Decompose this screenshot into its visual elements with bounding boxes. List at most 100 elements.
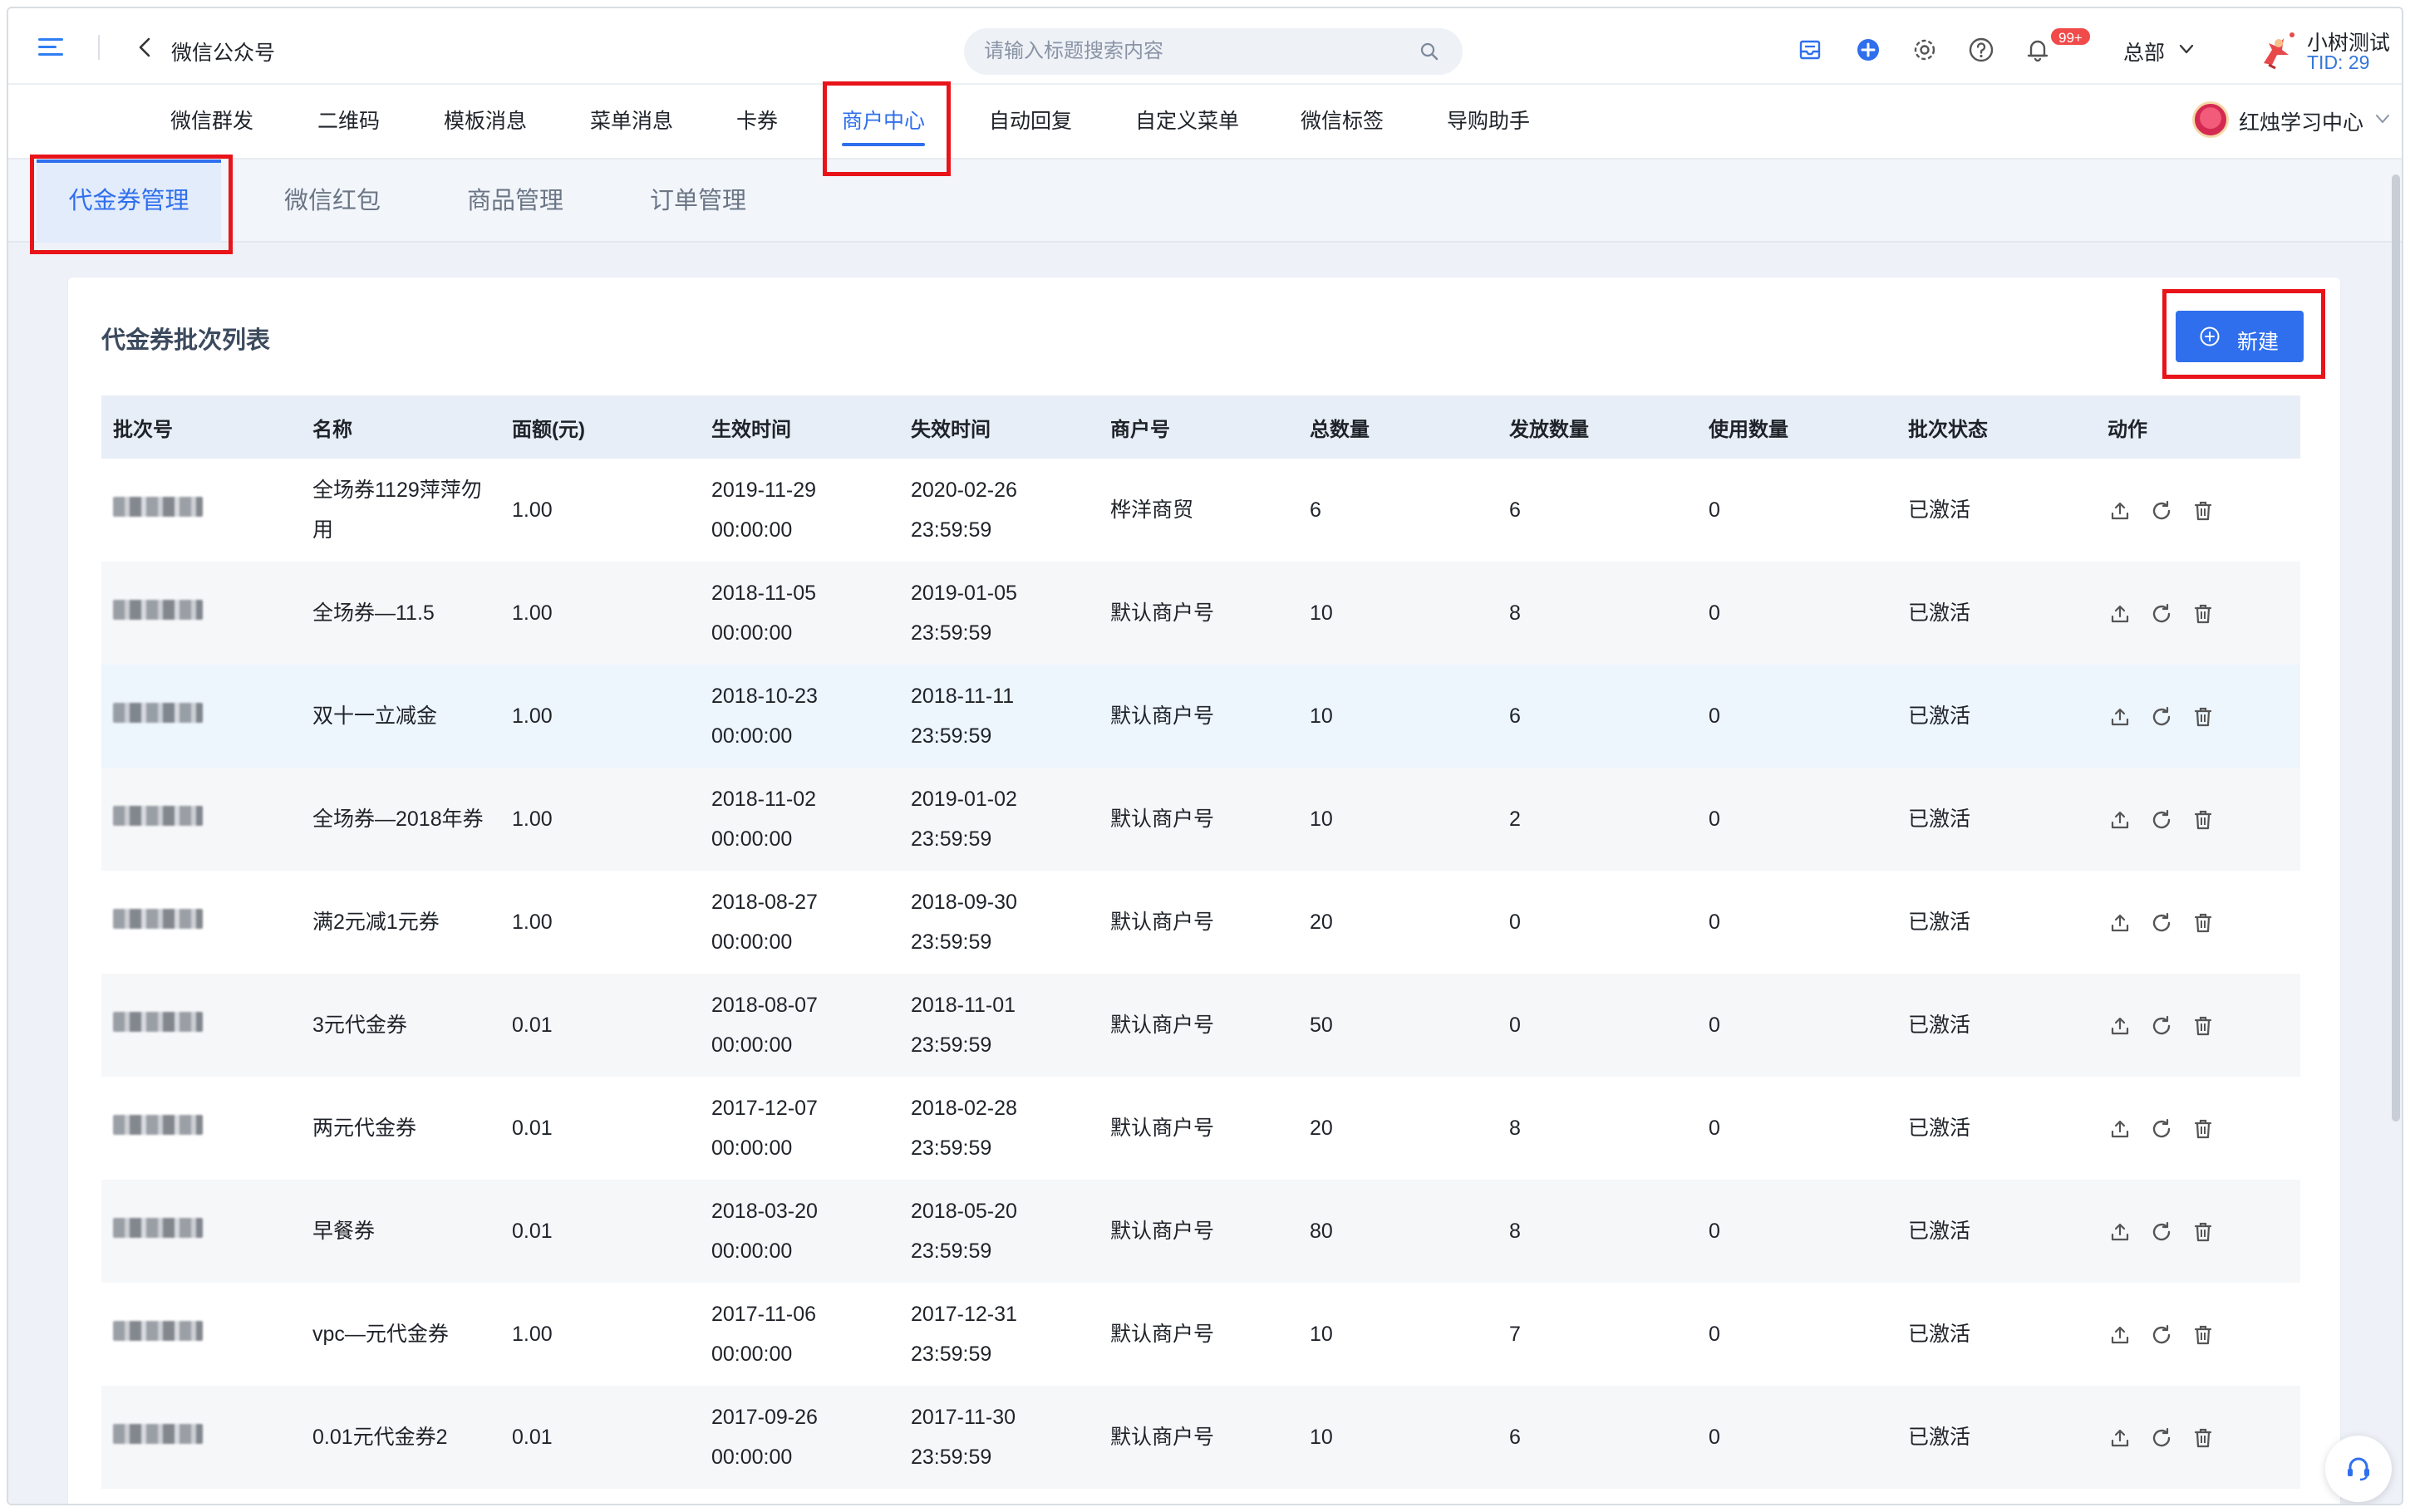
customer-service-button[interactable] [2325, 1436, 2392, 1502]
back-arrow-icon[interactable] [133, 35, 158, 60]
nav-item-shopping-guide[interactable]: 导购助手 [1447, 85, 1530, 158]
trash-icon[interactable] [2191, 1117, 2216, 1141]
table-row[interactable]: 双十一立减金 1.00 2018-10-23 00:00:00 2018-11-11 23… [101, 665, 2300, 768]
upload-icon[interactable] [2108, 601, 2132, 626]
tab-coupon-management[interactable]: 代金券管理 [37, 160, 221, 243]
tab-product-management[interactable]: 商品管理 [440, 160, 590, 243]
table-row[interactable]: 0.01元代金券2 0.01 2017-09-26 00:00:00 2017-11-3… [101, 1386, 2300, 1489]
org-selector[interactable]: 总部 [2123, 37, 2165, 66]
tab-wechat-red-packet[interactable]: 微信红包 [258, 160, 407, 243]
status-cell: 已激活 [1896, 459, 2096, 562]
nav-item-merchant-center[interactable]: 商户中心 [842, 85, 926, 158]
trash-icon[interactable] [2191, 704, 2216, 729]
upload-icon[interactable] [2108, 808, 2132, 832]
table-row[interactable]: vpc—元代金券 1.00 2017-11-06 00:00:00 2017-12-31… [101, 1283, 2300, 1386]
app-title: 微信公众号 [171, 42, 276, 65]
refresh-icon[interactable] [2149, 1323, 2174, 1348]
upload-icon[interactable] [2108, 1323, 2132, 1348]
trash-icon[interactable] [2191, 1220, 2216, 1244]
chevron-down-icon[interactable] [2177, 40, 2196, 58]
issued-cell-text: 6 [1509, 1426, 1521, 1449]
table-row[interactable]: 全场券—11.5 1.00 2018-11-05 00:00:00 2019-01-05… [101, 562, 2300, 665]
start-clock: 00:00:00 [711, 930, 793, 954]
upload-icon[interactable] [2108, 1014, 2132, 1038]
hamburger-menu-icon[interactable] [38, 38, 63, 56]
upload-icon[interactable] [2108, 704, 2132, 729]
table-row[interactable]: 全场券1129萍萍勿用 1.00 2019-11-29 00:00:00 2020-02… [101, 459, 2300, 562]
new-button[interactable]: 新建 [2176, 311, 2304, 362]
nav-item-template-message[interactable]: 模板消息 [444, 85, 527, 158]
used-cell: 0 [1697, 665, 1896, 768]
col-name: 名称 [301, 395, 500, 459]
search-input[interactable] [984, 28, 1399, 75]
col-total: 总数量 [1298, 395, 1498, 459]
issued-cell: 8 [1498, 562, 1697, 665]
issued-cell-text: 6 [1509, 704, 1521, 728]
bell-icon[interactable] [2024, 37, 2051, 63]
gear-icon[interactable] [1911, 37, 1938, 63]
trash-icon[interactable] [2191, 911, 2216, 935]
end-clock: 23:59:59 [911, 724, 992, 748]
total-cell: 80 [1298, 1180, 1498, 1283]
refresh-icon[interactable] [2149, 1220, 2174, 1244]
merchant-cell-text: 默认商户号 [1110, 1426, 1215, 1449]
issued-cell: 0 [1498, 871, 1697, 974]
upload-icon[interactable] [2108, 1117, 2132, 1141]
nav-item-card-coupon[interactable]: 卡券 [736, 85, 778, 158]
amount-cell-text: 0.01 [512, 1426, 553, 1449]
coupon-batch-table: 批次号 名称 面额(元) 生效时间 失效时间 商户号 总数量 发放数量 使用数量… [101, 395, 2300, 1489]
table-row[interactable]: 两元代金券 0.01 2017-12-07 00:00:00 2018-02-28 23:… [101, 1077, 2300, 1180]
redacted-batch-no [113, 806, 203, 826]
refresh-icon[interactable] [2149, 498, 2174, 523]
table-row[interactable]: 满2元减1元券 1.00 2018-08-27 00:00:00 2018-09-30 2… [101, 871, 2300, 974]
trash-icon[interactable] [2191, 1323, 2216, 1348]
refresh-icon[interactable] [2149, 704, 2174, 729]
inbox-icon[interactable] [1797, 37, 1823, 63]
nav-item-custom-menu[interactable]: 自定义菜单 [1135, 85, 1239, 158]
total-cell: 10 [1298, 665, 1498, 768]
refresh-icon[interactable] [2149, 1426, 2174, 1451]
chevron-down-icon[interactable] [2373, 110, 2392, 128]
upload-icon[interactable] [2108, 1220, 2132, 1244]
refresh-icon[interactable] [2149, 911, 2174, 935]
trash-icon[interactable] [2191, 1014, 2216, 1038]
table-row[interactable]: 3元代金券 0.01 2018-08-07 00:00:00 2018-11-01 23:… [101, 974, 2300, 1077]
account-selector[interactable]: 红烛学习中心 [2239, 106, 2363, 136]
amount-cell-text: 1.00 [512, 704, 553, 728]
status-cell-text: 已激活 [1908, 1117, 1971, 1140]
nav-item-auto-reply[interactable]: 自动回复 [989, 85, 1072, 158]
trash-icon[interactable] [2191, 498, 2216, 523]
issued-cell: 6 [1498, 1386, 1697, 1489]
upload-icon[interactable] [2108, 911, 2132, 935]
end-time-cell: 2018-09-30 23:59:59 [899, 871, 1099, 974]
user-tid: TID: 29 [2307, 52, 2370, 73]
start-date: 2018-03-20 [711, 1200, 818, 1223]
search-icon[interactable] [1419, 42, 1439, 61]
refresh-icon[interactable] [2149, 601, 2174, 626]
add-circle-icon[interactable] [1855, 37, 1881, 63]
nav-item-mass-send[interactable]: 微信群发 [170, 85, 253, 158]
name-cell: 全场券—2018年券 [301, 768, 500, 871]
scrollbar[interactable] [2392, 174, 2400, 1122]
upload-icon[interactable] [2108, 498, 2132, 523]
table-row[interactable]: 早餐券 0.01 2018-03-20 00:00:00 2018-05-20 23:59… [101, 1180, 2300, 1283]
user-avatar[interactable] [2252, 27, 2299, 73]
refresh-icon[interactable] [2149, 1014, 2174, 1038]
upload-icon[interactable] [2108, 1426, 2132, 1451]
nav-item-menu-message[interactable]: 菜单消息 [590, 85, 673, 158]
trash-icon[interactable] [2191, 601, 2216, 626]
tab-order-management[interactable]: 订单管理 [623, 160, 773, 243]
nav-item-qrcode[interactable]: 二维码 [317, 85, 380, 158]
total-cell-text: 10 [1310, 601, 1333, 625]
table-row[interactable]: 全场券—2018年券 1.00 2018-11-02 00:00:00 2019-01-… [101, 768, 2300, 871]
refresh-icon[interactable] [2149, 808, 2174, 832]
trash-icon[interactable] [2191, 1426, 2216, 1451]
trash-icon[interactable] [2191, 808, 2216, 832]
actions-cell [2096, 871, 2300, 974]
refresh-icon[interactable] [2149, 1117, 2174, 1141]
help-icon[interactable] [1968, 37, 1994, 63]
end-time-cell: 2018-11-11 23:59:59 [899, 665, 1099, 768]
issued-cell: 7 [1498, 1283, 1697, 1386]
nav-item-wechat-tags[interactable]: 微信标签 [1301, 85, 1384, 158]
issued-cell: 6 [1498, 459, 1697, 562]
